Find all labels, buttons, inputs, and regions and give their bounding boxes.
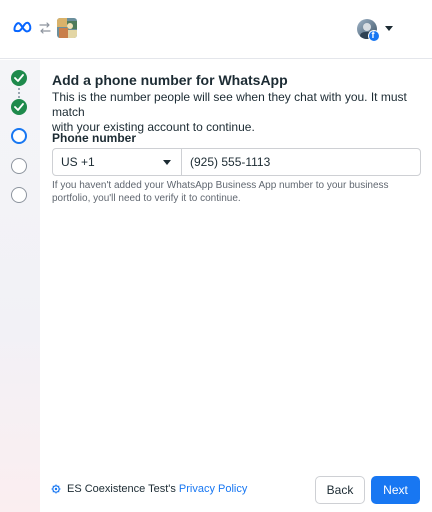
privacy-policy-link[interactable]: Privacy Policy	[179, 483, 247, 495]
chevron-down-icon	[385, 26, 393, 31]
phone-number-label: Phone number	[52, 131, 137, 145]
back-button[interactable]: Back	[315, 476, 365, 504]
country-code-value: US +1	[61, 155, 95, 169]
app-thumbnail	[57, 18, 77, 38]
phone-number-field: US +1	[52, 148, 421, 176]
country-code-select[interactable]: US +1	[53, 149, 182, 175]
phone-number-input[interactable]	[190, 149, 415, 175]
next-button[interactable]: Next	[371, 476, 420, 504]
facebook-badge-icon	[368, 30, 380, 42]
business-name: ES Coexistence Test's	[67, 483, 176, 495]
help-line-2: portfolio, you'll need to verify it to c…	[52, 193, 241, 204]
help-text: If you haven't added your WhatsApp Busin…	[52, 179, 412, 205]
step-3-current-icon	[11, 128, 27, 144]
step-2-complete-icon	[11, 99, 27, 115]
progress-stepper	[0, 60, 40, 512]
step-1-complete-icon	[11, 70, 27, 86]
main-content: Add a phone number for WhatsApp This is …	[52, 71, 422, 145]
swap-arrows-icon	[39, 22, 51, 34]
meta-logo-icon	[13, 21, 32, 33]
help-line-1: If you haven't added your WhatsApp Busin…	[52, 180, 389, 191]
page-description: This is the number people will see when …	[52, 90, 422, 135]
step-4-upcoming-icon	[11, 158, 27, 174]
page-title: Add a phone number for WhatsApp	[52, 72, 288, 88]
description-line-1: This is the number people will see when …	[52, 90, 407, 119]
chevron-down-icon	[163, 160, 171, 165]
gear-icon	[51, 484, 61, 494]
step-5-upcoming-icon	[11, 187, 27, 203]
privacy-policy-footer: ES Coexistence Test's Privacy Policy	[51, 483, 247, 495]
top-bar	[0, 0, 432, 59]
step-connector	[18, 88, 20, 98]
account-menu[interactable]	[357, 17, 397, 42]
